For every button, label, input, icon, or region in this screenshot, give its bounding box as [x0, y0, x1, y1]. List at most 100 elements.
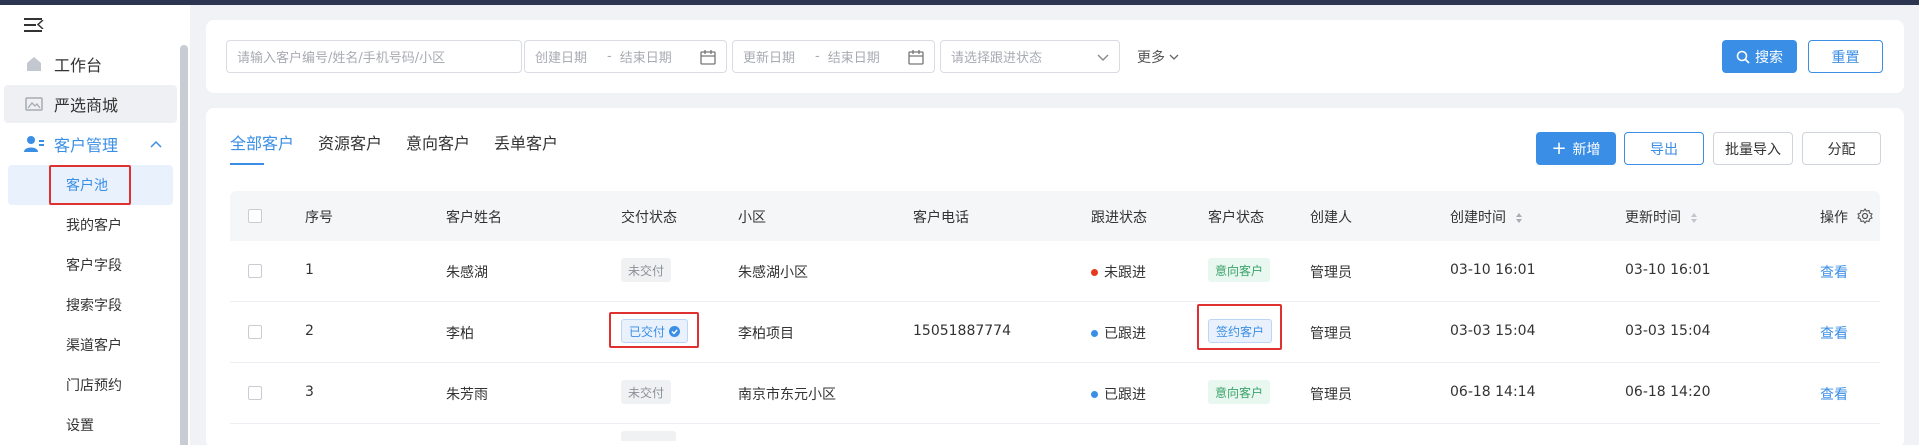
- sidebar-sub-label: 客户池: [66, 178, 108, 194]
- table-header: 序号 客户姓名 交付状态 小区 客户电话 跟进状态 客户状态 创建人 创建时间 …: [230, 191, 1880, 241]
- more-filters-toggle[interactable]: 更多: [1137, 47, 1179, 67]
- follow-status-select[interactable]: 请选择跟进状态: [940, 40, 1120, 73]
- header-created-time[interactable]: 创建时间: [1450, 207, 1523, 227]
- sidebar-item-label: 严选商城: [54, 96, 119, 115]
- cell-created-time: 06-18 14:14: [1450, 384, 1536, 400]
- badge-text: 签约客户: [1216, 324, 1265, 339]
- tab-label: 意向客户: [406, 134, 471, 153]
- search-button-label: 搜索: [1755, 49, 1783, 66]
- cell-updated-time: 03-03 15:04: [1625, 323, 1711, 339]
- view-link[interactable]: 查看: [1820, 323, 1848, 343]
- sidebar-sub-my-customers[interactable]: 我的客户: [8, 205, 173, 245]
- export-button[interactable]: 导出: [1624, 132, 1704, 165]
- reset-button[interactable]: 重置: [1808, 40, 1883, 73]
- assign-button[interactable]: 分配: [1802, 132, 1881, 165]
- sidebar-sub-customer-pool[interactable]: 客户池: [8, 165, 173, 205]
- cell-name: 朱感湖: [446, 265, 488, 281]
- row-checkbox[interactable]: [248, 264, 262, 278]
- updated-date-range[interactable]: 更新日期 - 结束日期: [732, 40, 935, 73]
- customer-status-badge: 意向客户: [1208, 258, 1271, 282]
- top-bar: [0, 0, 1919, 5]
- cell-community: 李柏项目: [738, 326, 794, 342]
- header-customer-status: 客户状态: [1208, 210, 1264, 226]
- search-button[interactable]: 搜索: [1722, 40, 1797, 73]
- sidebar-item-workbench[interactable]: 工作台: [4, 45, 177, 83]
- view-link[interactable]: 查看: [1820, 384, 1848, 404]
- sidebar-sub-label: 客户字段: [66, 258, 122, 274]
- calendar-icon: [700, 50, 716, 65]
- plus-icon: +: [1551, 137, 1567, 159]
- cell-follow-status: 已跟进: [1091, 384, 1146, 404]
- tab-label: 全部客户: [230, 134, 295, 153]
- sidebar: 工作台 严选商城 客户管理 客户池 我的客户 客户字段 搜索字段 渠道客户 门店…: [0, 5, 190, 445]
- column-settings-icon[interactable]: [1857, 208, 1873, 224]
- active-tab-indicator: [230, 163, 264, 165]
- add-button[interactable]: + 新增: [1536, 132, 1616, 165]
- home-icon: [24, 54, 44, 74]
- follow-status-placeholder: 请选择跟进状态: [951, 51, 1043, 66]
- sidebar-item-mall[interactable]: 严选商城: [4, 85, 177, 123]
- cell-index: 1: [305, 262, 314, 278]
- cell-creator: 管理员: [1310, 326, 1352, 342]
- updated-start-placeholder: 更新日期: [743, 51, 796, 66]
- header-community: 小区: [738, 210, 766, 226]
- follow-status-text: 已跟进: [1104, 387, 1146, 403]
- sidebar-sub-channel-customers[interactable]: 渠道客户: [8, 325, 173, 365]
- date-separator: -: [815, 49, 820, 64]
- view-link[interactable]: 查看: [1820, 262, 1848, 282]
- add-button-label: 新增: [1572, 141, 1601, 158]
- cell-creator: 管理员: [1310, 265, 1352, 281]
- tab-intent-customers[interactable]: 意向客户: [406, 130, 470, 154]
- header-follow-status: 跟进状态: [1091, 210, 1147, 226]
- sort-icon: [1516, 213, 1523, 223]
- row-checkbox[interactable]: [248, 386, 262, 400]
- header-index: 序号: [305, 210, 333, 226]
- row-checkbox[interactable]: [248, 325, 262, 339]
- badge-text: 已交付: [629, 324, 666, 339]
- chevron-down-icon: [1169, 54, 1179, 60]
- check-circle-icon: [669, 325, 681, 337]
- sidebar-item-customer-management[interactable]: 客户管理: [4, 125, 177, 163]
- batch-import-button[interactable]: 批量导入: [1713, 132, 1793, 165]
- header-operations: 操作: [1820, 210, 1848, 226]
- header-name: 客户姓名: [446, 210, 502, 226]
- cell-community: 南京市东元小区: [738, 387, 836, 403]
- cell-updated-time: 03-10 16:01: [1625, 262, 1711, 278]
- sidebar-item-label: 客户管理: [54, 136, 119, 155]
- created-end-placeholder: 结束日期: [619, 51, 672, 66]
- sidebar-sub-search-fields[interactable]: 搜索字段: [8, 285, 173, 325]
- status-dot: [1091, 391, 1098, 398]
- sidebar-sub-settings[interactable]: 设置: [8, 405, 173, 445]
- table-row[interactable]: 1 朱感湖 未交付 朱感湖小区 未跟进 意向客户 管理员 03-10 16:01…: [230, 241, 1880, 302]
- sidebar-scrollbar[interactable]: [180, 45, 188, 445]
- header-updated-time[interactable]: 更新时间: [1625, 207, 1698, 227]
- sidebar-item-label: 工作台: [54, 56, 103, 75]
- calendar-icon: [908, 50, 924, 65]
- created-date-range[interactable]: 创建日期 - 结束日期: [524, 40, 727, 73]
- status-dot: [1091, 330, 1098, 337]
- cell-follow-status: 已跟进: [1091, 323, 1146, 343]
- customer-status-badge: 意向客户: [1208, 380, 1271, 404]
- table-row[interactable]: 2 李柏 已交付 李柏项目 15051887774 已跟进 签约客户 管理员 0…: [230, 302, 1880, 363]
- sidebar-sub-store-appointments[interactable]: 门店预约: [8, 365, 173, 405]
- search-input[interactable]: 请输入客户编号/姓名/手机号码/小区: [226, 40, 522, 73]
- table-row[interactable]: 3 朱芳雨 未交付 南京市东元小区 已跟进 意向客户 管理员 06-18 14:…: [230, 363, 1880, 424]
- select-all-checkbox[interactable]: [248, 209, 262, 223]
- sidebar-sub-label: 我的客户: [66, 218, 122, 234]
- reset-button-label: 重置: [1831, 49, 1860, 66]
- tab-all-customers[interactable]: 全部客户: [230, 130, 294, 154]
- badge-text: 意向客户: [1215, 263, 1264, 278]
- search-icon: [1736, 50, 1750, 64]
- cell-name: 李柏: [446, 326, 474, 342]
- tab-label: 资源客户: [318, 134, 383, 153]
- sort-icon: [1691, 213, 1698, 223]
- menu-collapse-icon[interactable]: [24, 17, 44, 33]
- tab-resource-customers[interactable]: 资源客户: [318, 130, 382, 154]
- cell-created-time: 03-10 16:01: [1450, 262, 1536, 278]
- sidebar-sub-label: 搜索字段: [66, 298, 122, 314]
- tab-lost-customers[interactable]: 丢单客户: [494, 130, 558, 154]
- customer-list-panel: 全部客户 资源客户 意向客户 丢单客户 + 新增 导出 批量导入 分配 序号 客…: [206, 108, 1904, 445]
- delivery-status-badge: 已交付: [621, 319, 689, 343]
- sidebar-sub-customer-fields[interactable]: 客户字段: [8, 245, 173, 285]
- sidebar-sub-label: 门店预约: [66, 378, 122, 394]
